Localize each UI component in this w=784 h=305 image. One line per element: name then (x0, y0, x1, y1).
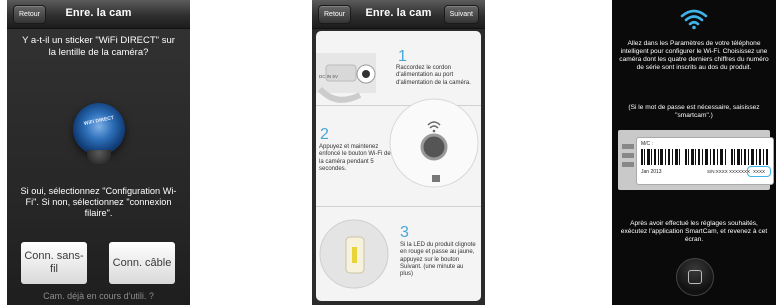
nav-bar: Retour Enre. la cam (7, 0, 190, 29)
step-3-number: 3 (400, 224, 409, 241)
wifi-instructions: Allez dans les Paramètres de votre télép… (619, 40, 769, 71)
barcode-image (641, 149, 768, 165)
camera-in-use-link[interactable]: Cam. déjà en cours d'utili. ? (7, 291, 190, 301)
step-1-number: 1 (398, 48, 407, 65)
screen-camera-type: Retour Enre. la cam Y a-t-il un sticker … (7, 0, 190, 305)
step-1-text: Raccordez le cordon d'alimentation au po… (396, 65, 471, 86)
nav-title: Enre. la cam (65, 7, 132, 19)
camera-body-image (87, 150, 111, 164)
steps-panel: DC IN 5V 1 Raccordez le cordon d'aliment… (316, 31, 481, 301)
nav-bar: Retour Enre. la cam Suivant (312, 0, 485, 29)
screen-setup-steps: Retour Enre. la cam Suivant DC IN 5V 1 R… (312, 0, 485, 305)
next-button[interactable]: Suivant (443, 5, 479, 24)
wired-connection-button[interactable]: Conn. câble (109, 242, 175, 284)
lens-sticker-text: WiFi DIRECT (83, 114, 115, 128)
step-3-text: Si la LED du produit clignote en rouge e… (400, 242, 476, 278)
wifi-connection-button[interactable]: Conn. sans-fil (21, 242, 87, 284)
step-2-text: Appuyez et maintenez enfoncé le bouton W… (319, 144, 391, 172)
sticker-mc: M/C : (641, 141, 653, 147)
sticker-serial: S/N:XXXX XXXXXXX (707, 169, 751, 174)
sticker-date: Jan 2013 (641, 169, 662, 175)
step-divider (316, 206, 481, 207)
wifi-icon (680, 9, 708, 30)
led-illustration (319, 219, 389, 289)
screen-wifi-settings: Allez dans les Paramètres de votre télép… (612, 0, 776, 305)
camera-lens-image: WiFi DIRECT (73, 103, 125, 155)
wifi-connection-label: Conn. sans-fil (24, 250, 84, 275)
step-2-number: 2 (320, 126, 329, 143)
camera-ports-image (622, 144, 634, 167)
serial-sticker: M/C : Jan 2013 S/N:XXXX XXXXXXX XXXX (636, 137, 774, 185)
wired-connection-label: Conn. câble (112, 256, 172, 269)
home-square-icon (688, 270, 702, 284)
serial-highlight: XXXX (747, 166, 771, 177)
answer-text: Si oui, sélectionnez "Configuration Wi-F… (20, 186, 177, 218)
password-note: (Si le mot de passe est nécessaire, sais… (628, 104, 760, 119)
question-text: Y a-t-il un sticker "WiFi DIRECT" sur la… (22, 35, 175, 58)
home-button[interactable] (676, 258, 714, 296)
port-label: DC IN 5V (319, 74, 339, 79)
footer-text: Après avoir effectué les réglages souhai… (620, 220, 768, 243)
